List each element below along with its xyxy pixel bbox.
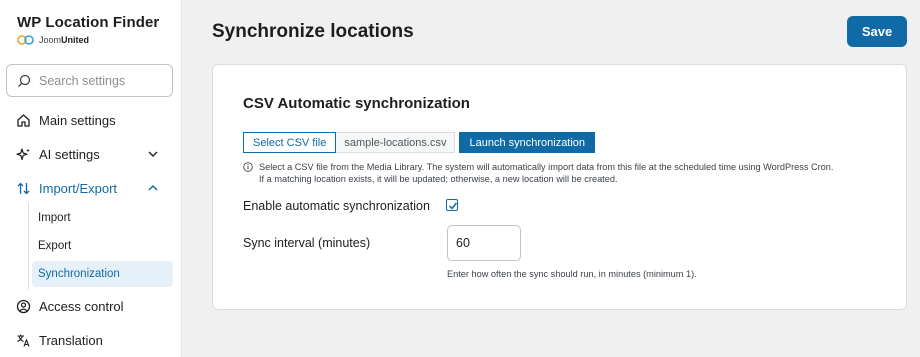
chevron-down-icon: [148, 151, 158, 157]
checkmark-icon: [448, 202, 458, 210]
brand: WP Location Finder Joom United: [17, 14, 159, 45]
select-csv-button[interactable]: Select CSV file: [243, 132, 337, 153]
page-title: Synchronize locations: [212, 21, 414, 42]
help-line-2: If a matching location exists, it will b…: [259, 174, 618, 184]
sidebar-item-access-control[interactable]: Access control: [0, 291, 182, 321]
sync-settings-card: CSV Automatic synchronization Select CSV…: [212, 64, 907, 310]
save-button[interactable]: Save: [847, 16, 907, 47]
sidebar-item-label: Access control: [39, 298, 124, 314]
home-icon: [15, 112, 31, 128]
sidebar-subitem-export[interactable]: Export: [32, 233, 173, 259]
sidebar-subitem-synchronization[interactable]: Synchronization: [32, 261, 173, 287]
sync-interval-label: Sync interval (minutes): [243, 236, 371, 250]
sidebar-item-label: Translation: [39, 332, 103, 348]
csv-file-row: Select CSV file sample-locations.csv Lau…: [243, 132, 596, 153]
sidebar-item-main-settings[interactable]: Main settings: [0, 105, 182, 135]
enable-sync-label: Enable automatic synchronization: [243, 199, 430, 213]
chevron-up-icon: [148, 185, 158, 191]
brand-title: WP Location Finder: [17, 14, 160, 31]
joomunited-logo-icon: [17, 35, 34, 45]
sidebar-item-import-export[interactable]: Import/Export: [0, 173, 182, 203]
sidebar-item-label: AI settings: [39, 146, 100, 162]
user-circle-icon: [15, 298, 31, 314]
sidebar-item-translation[interactable]: Translation: [0, 325, 182, 355]
search-input[interactable]: [39, 73, 159, 88]
translate-icon: [15, 332, 31, 348]
launch-sync-button[interactable]: Launch synchronization: [459, 132, 596, 153]
company-light: Joom: [39, 35, 62, 45]
sparkle-icon: [15, 146, 31, 162]
sync-interval-hint: Enter how often the sync should run, in …: [447, 269, 697, 279]
sidebar-item-label: Main settings: [39, 112, 116, 128]
search-box[interactable]: [6, 64, 173, 97]
sidebar-item-label: Import/Export: [39, 180, 118, 196]
sidebar-item-ai-settings[interactable]: AI settings: [0, 139, 182, 169]
sidebar: WP Location Finder JoomUnited Main setti…: [0, 0, 182, 357]
search-icon: [18, 74, 31, 87]
sync-interval-input[interactable]: [447, 225, 521, 261]
csv-help-text: Select a CSV file from the Media Library…: [243, 161, 883, 185]
company-bold: United: [61, 35, 90, 45]
help-line-1: Select a CSV file from the Media Library…: [259, 162, 834, 172]
info-icon: [243, 162, 253, 172]
enable-sync-checkbox[interactable]: [446, 199, 458, 211]
section-title: CSV Automatic synchronization: [243, 95, 470, 112]
sidebar-subitem-import[interactable]: Import: [32, 205, 173, 231]
submenu-rail: [28, 203, 29, 289]
arrows-updown-icon: [15, 180, 31, 196]
brand-company: Joom United: [17, 35, 159, 45]
selected-file-name: sample-locations.csv: [336, 132, 456, 153]
